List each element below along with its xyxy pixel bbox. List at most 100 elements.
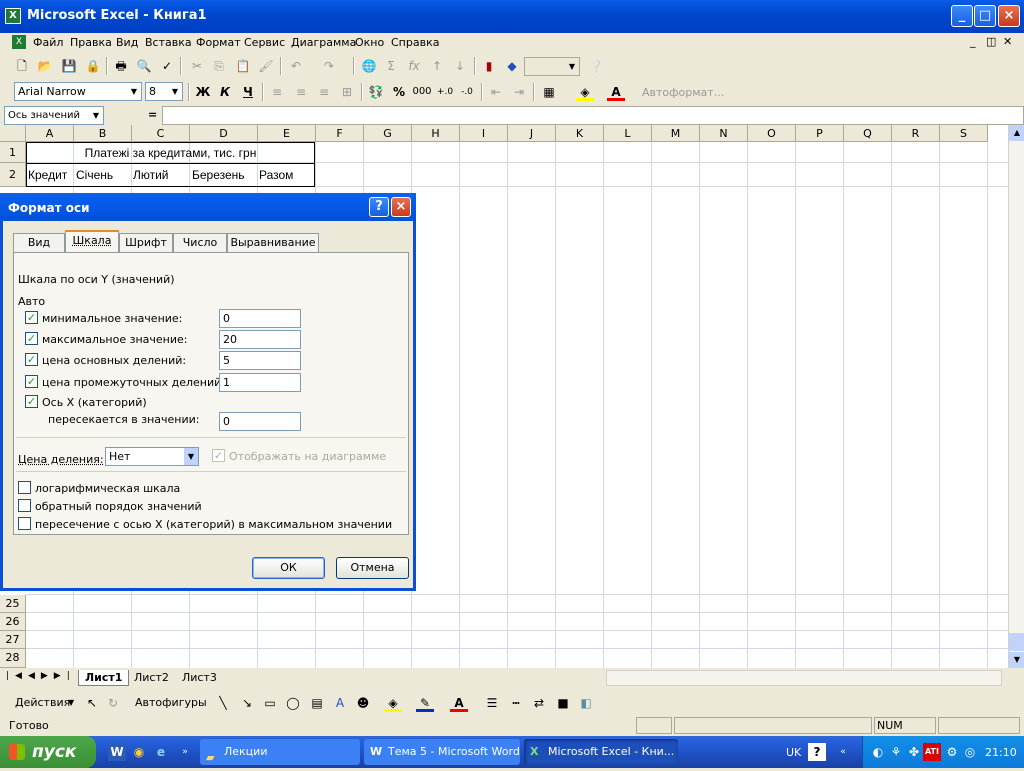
tab-view[interactable]: Вид: [13, 233, 65, 253]
column-header[interactable]: J: [508, 125, 556, 142]
column-header[interactable]: E: [258, 125, 316, 142]
menu-edit[interactable]: Правка: [70, 36, 112, 49]
autoformat-button[interactable]: Автоформат...: [642, 86, 724, 99]
tab-alignment[interactable]: Выравнивание: [227, 233, 319, 253]
help-icon[interactable]: ?: [808, 743, 826, 761]
select-objects-icon[interactable]: ↖: [83, 694, 101, 712]
cell-b2[interactable]: Січень: [76, 168, 113, 182]
spelling-icon[interactable]: ✓: [158, 57, 176, 75]
column-header[interactable]: L: [604, 125, 652, 142]
language-indicator[interactable]: UK: [786, 746, 801, 759]
font-size-combo[interactable]: 8 ▼: [145, 82, 183, 101]
row-header[interactable]: 27: [0, 631, 26, 649]
drawing-icon[interactable]: ◆: [503, 57, 521, 75]
major-value-input[interactable]: 5: [219, 351, 301, 370]
chevron-left-icon[interactable]: «: [834, 743, 852, 761]
select-all-corner[interactable]: [0, 125, 26, 142]
underline-button[interactable]: Ч: [239, 83, 257, 101]
cell-d2[interactable]: Березень: [192, 168, 245, 182]
align-right-icon[interactable]: ≡: [315, 83, 333, 101]
font-color-icon[interactable]: A: [607, 83, 625, 101]
tray-icon[interactable]: ◐: [869, 743, 887, 761]
dialog-close-button[interactable]: ×: [391, 197, 411, 217]
word-quicklaunch-icon[interactable]: W: [108, 743, 126, 761]
align-left-icon[interactable]: ≡: [268, 83, 286, 101]
borders-icon[interactable]: ▦: [540, 83, 558, 101]
currency-icon[interactable]: 💱: [367, 83, 385, 101]
dash-style-icon[interactable]: ┅: [507, 694, 525, 712]
arrow-icon[interactable]: ↘: [238, 694, 256, 712]
save-icon[interactable]: 💾: [60, 57, 78, 75]
print-preview-icon[interactable]: 🔍: [135, 57, 153, 75]
fill-color-icon[interactable]: ◈: [576, 83, 594, 101]
scroll-down-arrow[interactable]: ▼: [1009, 652, 1024, 668]
tray-icon[interactable]: ⚙: [943, 743, 961, 761]
row-header[interactable]: 28: [0, 649, 26, 668]
column-header[interactable]: O: [748, 125, 796, 142]
decrease-indent-icon[interactable]: ⇤: [487, 83, 505, 101]
scroll-thumb[interactable]: [1009, 633, 1024, 651]
column-header[interactable]: S: [940, 125, 988, 142]
sheet-tab-3[interactable]: Лист3: [176, 671, 223, 684]
task-word[interactable]: W Тема 5 - Microsoft Word: [364, 739, 520, 765]
sort-descending-icon[interactable]: ↓: [451, 57, 469, 75]
menu-insert[interactable]: Вставка: [145, 36, 192, 49]
undo-icon[interactable]: ↶: [287, 57, 305, 75]
cell-a2[interactable]: Кредит: [28, 168, 67, 182]
min-auto-checkbox[interactable]: ✓: [25, 311, 38, 324]
zoom-combo[interactable]: ▼: [524, 57, 580, 76]
row-header[interactable]: 1: [0, 142, 26, 163]
tab-number[interactable]: Число: [173, 233, 227, 253]
tab-scale[interactable]: Шкала: [65, 230, 119, 253]
menu-chart[interactable]: Диаграмма: [291, 36, 356, 49]
help-icon[interactable]: ❔: [587, 57, 605, 75]
menu-help[interactable]: Справка: [391, 36, 439, 49]
free-rotate-icon[interactable]: ↻: [104, 694, 122, 712]
close-button[interactable]: ×: [998, 5, 1020, 27]
decrease-decimal-icon[interactable]: -.0: [458, 83, 476, 101]
max-auto-checkbox[interactable]: ✓: [25, 332, 38, 345]
actions-button[interactable]: Действия: [15, 696, 70, 709]
font-color-icon[interactable]: A: [450, 694, 468, 712]
tray-icon[interactable]: ✤: [905, 743, 923, 761]
line-color-icon[interactable]: ✎: [416, 694, 434, 712]
row-header[interactable]: 2: [0, 163, 26, 187]
redo-icon[interactable]: ↷: [320, 57, 338, 75]
line-style-icon[interactable]: ☰: [483, 694, 501, 712]
oval-icon[interactable]: ◯: [284, 694, 302, 712]
menu-tools[interactable]: Сервис: [244, 36, 285, 49]
minor-auto-checkbox[interactable]: ✓: [25, 375, 38, 388]
name-box[interactable]: Ось значений ▼: [4, 106, 104, 125]
font-combo[interactable]: Arial Narrow ▼: [14, 82, 142, 101]
autosum-icon[interactable]: Σ: [382, 57, 400, 75]
tab-nav-arrows[interactable]: |◀◀▶▶|: [6, 671, 76, 681]
column-header[interactable]: H: [412, 125, 460, 142]
sort-ascending-icon[interactable]: ↑: [428, 57, 446, 75]
column-header[interactable]: M: [652, 125, 700, 142]
sheet-tab-1[interactable]: Лист1: [78, 670, 130, 686]
column-header[interactable]: B: [74, 125, 132, 142]
row-header[interactable]: 26: [0, 613, 26, 631]
cell-c2[interactable]: Лютий: [133, 168, 169, 182]
new-icon[interactable]: 🗋: [13, 57, 31, 75]
column-header[interactable]: F: [316, 125, 364, 142]
tab-font[interactable]: Шрифт: [119, 233, 173, 253]
cell-e2[interactable]: Разом: [259, 168, 293, 182]
column-header[interactable]: Q: [844, 125, 892, 142]
increase-decimal-icon[interactable]: +.0: [436, 83, 454, 101]
open-icon[interactable]: 📂: [36, 57, 54, 75]
print-icon[interactable]: 🖶: [112, 57, 130, 75]
ok-button[interactable]: ОК: [252, 557, 325, 579]
paste-icon[interactable]: 📋: [234, 57, 252, 75]
column-header[interactable]: N: [700, 125, 748, 142]
log-scale-checkbox[interactable]: [18, 481, 31, 494]
cross-at-max-checkbox[interactable]: [18, 517, 31, 530]
chrome-quicklaunch-icon[interactable]: ◉: [130, 743, 148, 761]
menu-window[interactable]: Окно: [355, 36, 384, 49]
sheet-tab-2[interactable]: Лист2: [128, 671, 175, 684]
task-excel[interactable]: X Microsoft Excel - Кни...: [524, 739, 678, 765]
arrow-style-icon[interactable]: ⇄: [530, 694, 548, 712]
min-value-input[interactable]: 0: [219, 309, 301, 328]
clipart-icon[interactable]: ☻: [354, 694, 372, 712]
menu-view[interactable]: Вид: [116, 36, 138, 49]
